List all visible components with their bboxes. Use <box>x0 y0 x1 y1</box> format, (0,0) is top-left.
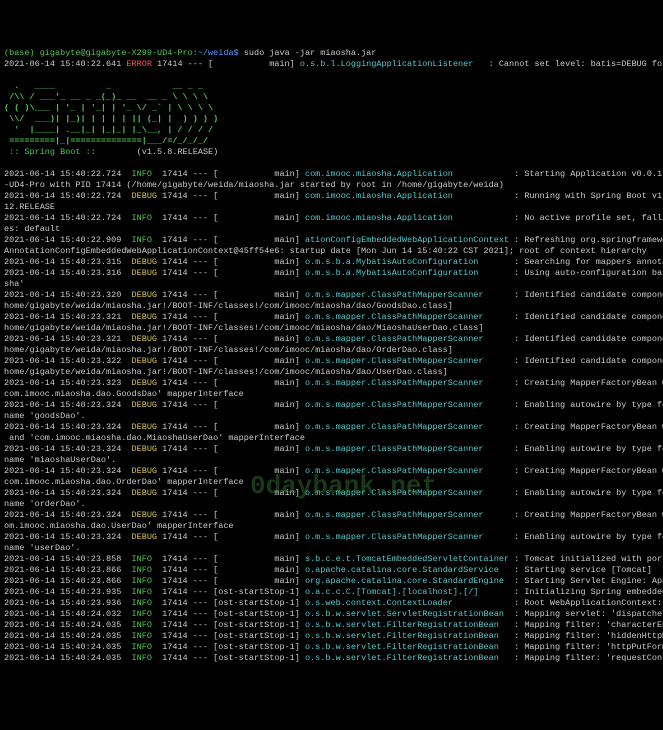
log-line: 2021-06-14 15:40:23.322 DEBUG 17414 --- … <box>4 356 659 367</box>
log-line: 2021-06-14 15:40:23.321 DEBUG 17414 --- … <box>4 334 659 345</box>
log-line: 2021-06-14 15:40:23.321 DEBUG 17414 --- … <box>4 312 659 323</box>
log-line: 2021-06-14 15:40:23.324 DEBUG 17414 --- … <box>4 444 659 455</box>
log-line: 2021-06-14 15:40:23.316 DEBUG 17414 --- … <box>4 268 659 279</box>
spring-banner: . ____ _ __ _ _ /\\ / ___'_ __ _ _(_)_ _… <box>4 81 218 146</box>
log-continuation: 12.RELEASE <box>4 202 659 213</box>
log-line: 2021-06-14 15:40:24.032 INFO 17414 --- [… <box>4 609 659 620</box>
log-line: 2021-06-14 15:40:23.866 INFO 17414 --- [… <box>4 576 659 587</box>
log-line: 2021-06-14 15:40:23.324 DEBUG 17414 --- … <box>4 466 659 477</box>
log-continuation: om.imooc.miaosha.dao.UserDao' mapperInte… <box>4 521 659 532</box>
log-continuation: AnnotationConfigEmbeddedWebApplicationCo… <box>4 246 659 257</box>
log-line: 2021-06-14 15:40:24.035 INFO 17414 --- [… <box>4 620 659 631</box>
log-line: 2021-06-14 15:40:23.323 DEBUG 17414 --- … <box>4 378 659 389</box>
banner-footer: :: Spring Boot :: (v1.5.8.RELEASE) <box>4 147 659 158</box>
log-line: 2021-06-14 15:40:23.324 DEBUG 17414 --- … <box>4 510 659 521</box>
log-line: 2021-06-14 15:40:23.324 DEBUG 17414 --- … <box>4 422 659 433</box>
log-line: 2021-06-14 15:40:22.724 INFO 17414 --- [… <box>4 213 659 224</box>
log-line: 2021-06-14 15:40:23.935 INFO 17414 --- [… <box>4 587 659 598</box>
terminal-output: (base) gigabyte@gigabyte-X299-UD4-Pro:~/… <box>4 48 659 664</box>
log-continuation: home/gigabyte/weida/miaosha.jar!/BOOT-IN… <box>4 367 659 378</box>
log-line: 2021-06-14 15:40:23.324 DEBUG 17414 --- … <box>4 532 659 543</box>
log-line: 2021-06-14 15:40:22.641 ERROR 17414 --- … <box>4 59 659 70</box>
log-line: 2021-06-14 15:40:23.866 INFO 17414 --- [… <box>4 565 659 576</box>
log-line: 2021-06-14 15:40:23.936 INFO 17414 --- [… <box>4 598 659 609</box>
log-line: 2021-06-14 15:40:24.035 INFO 17414 --- [… <box>4 642 659 653</box>
log-continuation: home/gigabyte/weida/miaosha.jar!/BOOT-IN… <box>4 345 659 356</box>
log-continuation: and 'com.imooc.miaosha.dao.MiaoshaUserDa… <box>4 433 659 444</box>
log-continuation: name 'goodsDao'. <box>4 411 659 422</box>
log-line: 2021-06-14 15:40:22.909 INFO 17414 --- [… <box>4 235 659 246</box>
log-continuation: com.imooc.miaosha.dao.OrderDao' mapperIn… <box>4 477 659 488</box>
log-line: 2021-06-14 15:40:23.858 INFO 17414 --- [… <box>4 554 659 565</box>
log-line: 2021-06-14 15:40:24.035 INFO 17414 --- [… <box>4 653 659 664</box>
shell-prompt[interactable]: (base) gigabyte@gigabyte-X299-UD4-Pro:~/… <box>4 48 659 59</box>
log-line: 2021-06-14 15:40:23.324 DEBUG 17414 --- … <box>4 400 659 411</box>
log-continuation: home/gigabyte/weida/miaosha.jar!/BOOT-IN… <box>4 323 659 334</box>
log-continuation: name 'miaoshaUserDao'. <box>4 455 659 466</box>
log-line: 2021-06-14 15:40:23.324 DEBUG 17414 --- … <box>4 488 659 499</box>
log-line: 2021-06-14 15:40:22.724 INFO 17414 --- [… <box>4 169 659 180</box>
log-continuation: -UD4-Pro with PID 17414 (/home/gigabyte/… <box>4 180 659 191</box>
log-line: 2021-06-14 15:40:23.315 DEBUG 17414 --- … <box>4 257 659 268</box>
log-line: 2021-06-14 15:40:22.724 DEBUG 17414 --- … <box>4 191 659 202</box>
log-continuation: es: default <box>4 224 659 235</box>
log-continuation: name 'orderDao'. <box>4 499 659 510</box>
log-continuation: home/gigabyte/weida/miaosha.jar!/BOOT-IN… <box>4 301 659 312</box>
log-continuation: name 'userDao'. <box>4 543 659 554</box>
log-line: 2021-06-14 15:40:23.320 DEBUG 17414 --- … <box>4 290 659 301</box>
log-continuation: sha' <box>4 279 659 290</box>
log-continuation: com.imooc.miaosha.dao.GoodsDao' mapperIn… <box>4 389 659 400</box>
log-line: 2021-06-14 15:40:24.035 INFO 17414 --- [… <box>4 631 659 642</box>
